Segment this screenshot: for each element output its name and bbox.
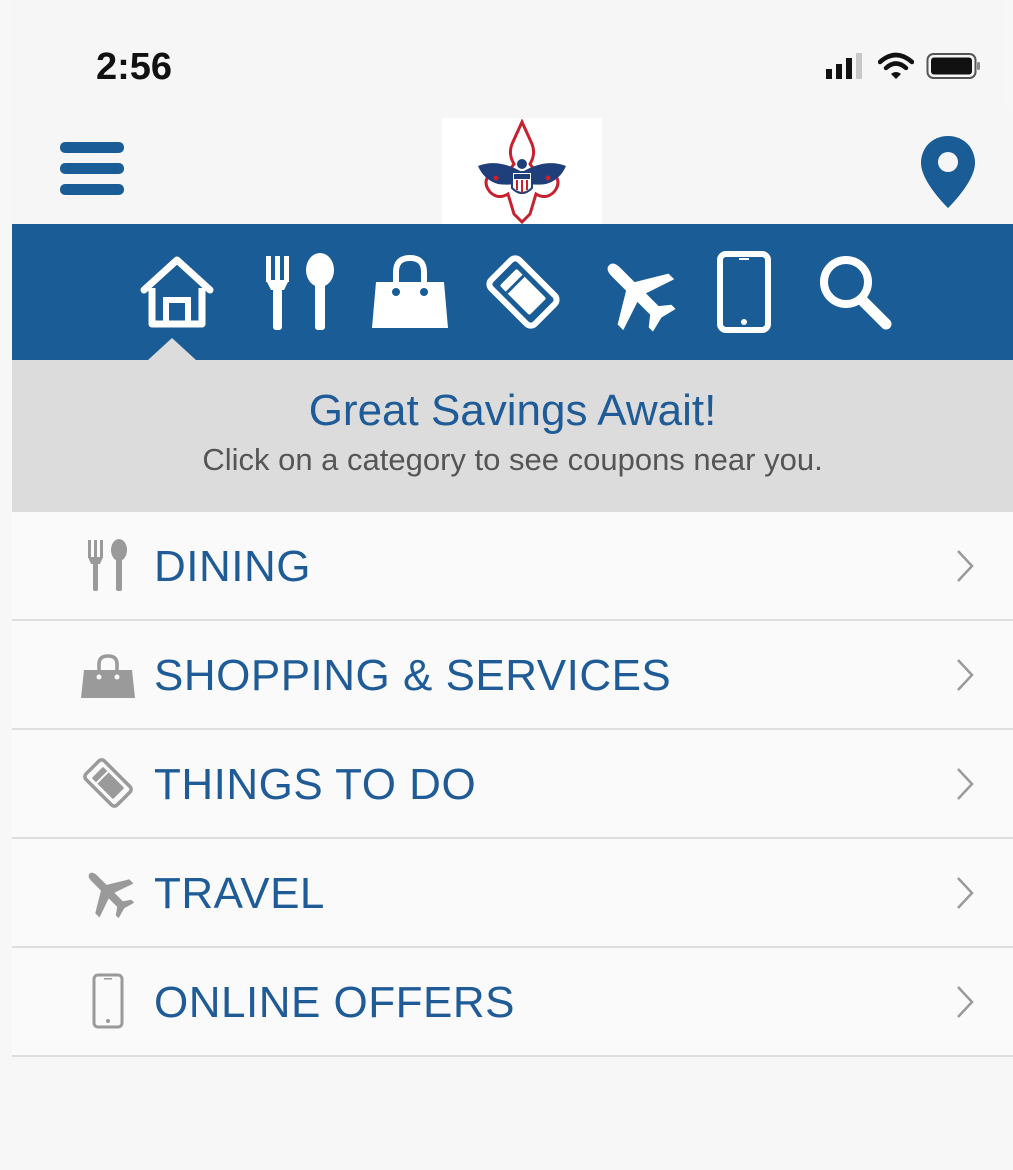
category-list: DINING SHOPPING & SERVICES THINGS TO DO … xyxy=(12,512,1013,1057)
app-logo xyxy=(442,118,602,225)
banner-subtitle: Click on a category to see coupons near … xyxy=(202,442,823,477)
chevron-right-icon xyxy=(957,986,974,1018)
map-pin-icon[interactable] xyxy=(918,134,978,210)
category-label: THINGS TO DO xyxy=(154,760,477,809)
airplane-icon xyxy=(88,872,135,919)
fork-spoon-icon xyxy=(88,539,127,591)
chevron-right-icon xyxy=(957,550,974,582)
chevron-right-icon xyxy=(957,659,974,691)
shopping-bag-icon xyxy=(81,654,135,698)
category-row-dining[interactable]: DINING xyxy=(12,512,1013,621)
status-time: 2:56 xyxy=(96,46,173,88)
active-tab-indicator xyxy=(148,338,196,360)
app-header xyxy=(12,110,1013,225)
category-label: DINING xyxy=(154,542,311,591)
status-bar: 2:56 xyxy=(12,0,1002,110)
mobile-phone-icon xyxy=(92,973,124,1029)
category-row-shopping-services[interactable]: SHOPPING & SERVICES xyxy=(12,621,1013,730)
category-label: TRAVEL xyxy=(154,869,325,918)
category-row-travel[interactable]: TRAVEL xyxy=(12,839,1013,948)
category-row-things-to-do[interactable]: THINGS TO DO xyxy=(12,730,1013,839)
fleur-de-lis-eagle-logo xyxy=(478,118,566,225)
category-label: ONLINE OFFERS xyxy=(154,978,515,1027)
hamburger-menu-icon[interactable] xyxy=(60,142,124,196)
home-icon[interactable] xyxy=(138,250,216,334)
savings-banner: Great Savings Await! Click on a category… xyxy=(12,360,1013,512)
signal-icon xyxy=(826,53,862,79)
app-screen: 2:56 Great Savings Await! Click on a cat… xyxy=(0,0,1013,1170)
battery-icon xyxy=(926,53,980,79)
ticket-icon xyxy=(83,758,133,808)
chevron-right-icon xyxy=(957,768,974,800)
search-icon[interactable] xyxy=(814,250,896,334)
chevron-right-icon xyxy=(957,877,974,909)
banner-title: Great Savings Await! xyxy=(308,386,717,435)
status-icons xyxy=(826,52,982,80)
airplane-icon[interactable] xyxy=(594,250,678,334)
fork-spoon-icon[interactable] xyxy=(260,250,344,334)
ticket-icon[interactable] xyxy=(482,250,564,334)
mobile-phone-icon[interactable] xyxy=(714,250,774,334)
category-label: SHOPPING & SERVICES xyxy=(154,651,672,700)
category-row-online-offers[interactable]: ONLINE OFFERS xyxy=(12,948,1013,1057)
wifi-icon xyxy=(878,52,914,79)
shopping-bag-icon[interactable] xyxy=(370,250,450,334)
